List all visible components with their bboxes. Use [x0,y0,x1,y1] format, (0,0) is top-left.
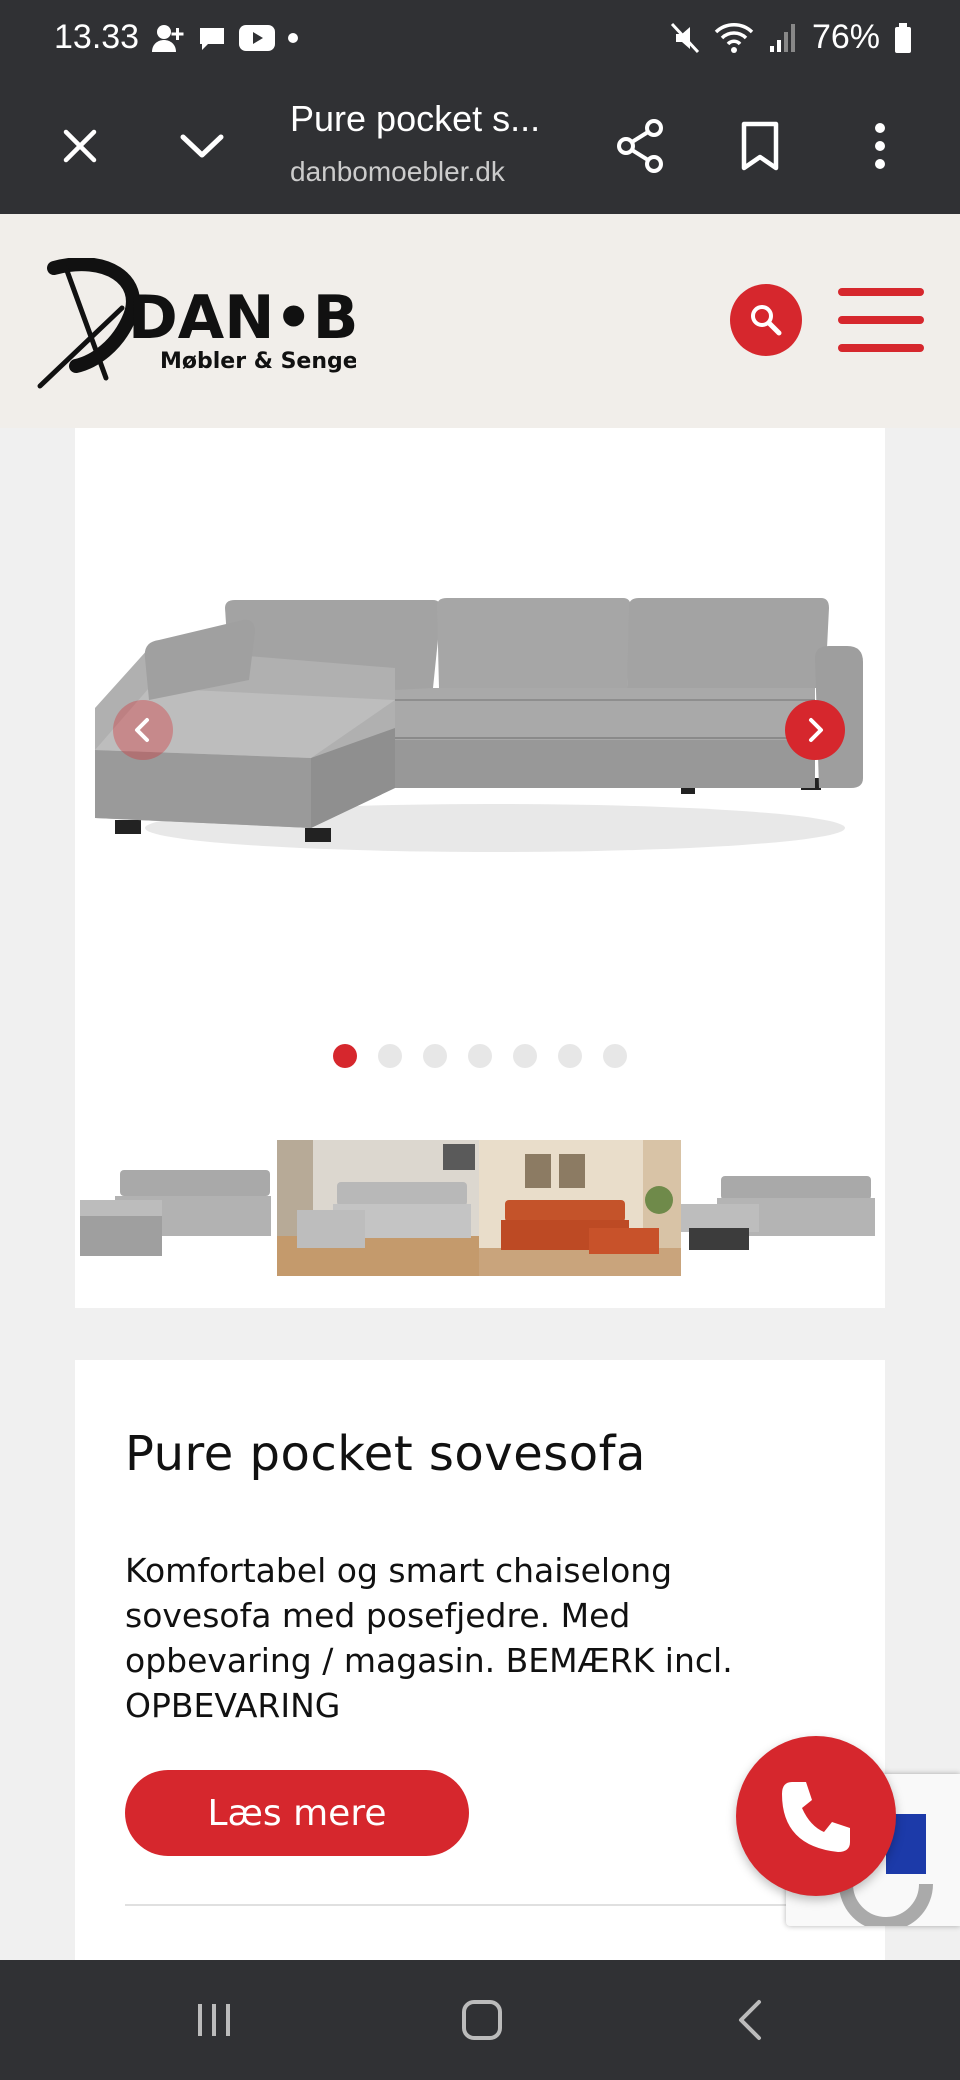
youtube-icon [239,25,275,51]
product-gallery [75,428,885,1308]
gallery-thumbnails [75,1140,885,1276]
minimize-button[interactable] [170,114,234,178]
thumbnail-1[interactable] [75,1140,277,1276]
gallery-dot[interactable] [513,1044,537,1068]
read-more-button[interactable]: Læs mere [125,1770,469,1856]
gallery-dot[interactable] [333,1044,357,1068]
close-tab-button[interactable] [48,114,112,178]
chevron-down-icon [180,134,224,158]
chat-icon [200,28,224,50]
back-button[interactable] [720,1990,780,2050]
gallery-next-button[interactable] [785,700,845,760]
logo-tagline: Møbler & Senge [160,349,356,374]
add-contact-icon [152,25,184,52]
chevron-left-icon [135,718,149,742]
search-icon [751,305,782,336]
browser-toolbar: Pure pocket s... danbomoebler.dk [0,80,960,214]
product-image[interactable] [75,488,885,948]
wifi-icon [714,22,754,53]
signal-icon [769,23,795,52]
divider [125,1904,835,1906]
bookmark-icon [741,121,779,171]
recent-apps-icon [198,2004,230,2036]
share-icon [617,119,663,173]
status-right: 76% [670,18,912,57]
home-button[interactable] [452,1990,512,2050]
gallery-dot[interactable] [423,1044,447,1068]
chevron-right-icon [809,718,823,742]
recent-apps-button[interactable] [184,1990,244,2050]
page-title: Pure pocket s... [290,98,541,139]
hamburger-line [838,316,924,324]
system-nav-bar [0,1960,960,2080]
share-button[interactable] [608,114,672,178]
more-dot-icon [288,33,298,43]
thumbnail-2[interactable] [277,1140,479,1276]
gallery-dot[interactable] [603,1044,627,1068]
close-icon [63,129,97,163]
phone-icon [782,1782,850,1852]
thumbnail-3[interactable] [479,1140,681,1276]
more-options-button[interactable] [848,114,912,178]
status-bar: 13.33 76% [0,0,960,80]
logo-wordmark: DAN•BO [128,283,356,353]
hamburger-line [838,344,924,352]
gallery-dot[interactable] [558,1044,582,1068]
thumbnail-4[interactable] [681,1140,883,1276]
gallery-pagination [75,1044,885,1068]
notification-icons [150,22,300,54]
gallery-dot[interactable] [468,1044,492,1068]
mute-icon [670,22,700,53]
battery-icon [895,22,911,53]
product-title: Pure pocket sovesofa [125,1426,646,1482]
gallery-dot[interactable] [378,1044,402,1068]
hamburger-line [838,288,924,296]
home-icon [462,2000,502,2040]
battery-percent: 76% [811,18,880,56]
gallery-prev-button[interactable] [113,700,173,760]
call-button[interactable] [736,1736,896,1896]
back-icon [739,2000,761,2040]
menu-button[interactable] [838,288,924,352]
search-button[interactable] [730,284,802,356]
logo-graphic: DAN•BO Møbler & Senge [37,257,410,389]
page-url: danbomoebler.dk [290,156,505,187]
status-time: 13.33 [54,18,140,56]
bookmark-button[interactable] [728,114,792,178]
more-vertical-icon [875,123,885,169]
danbo-logo[interactable]: DAN•BO Møbler & Senge [36,257,410,398]
site-header: DAN•BO Møbler & Senge [0,214,960,428]
product-description: Komfortabel og smart chaiselong sovesofa… [125,1551,733,1725]
